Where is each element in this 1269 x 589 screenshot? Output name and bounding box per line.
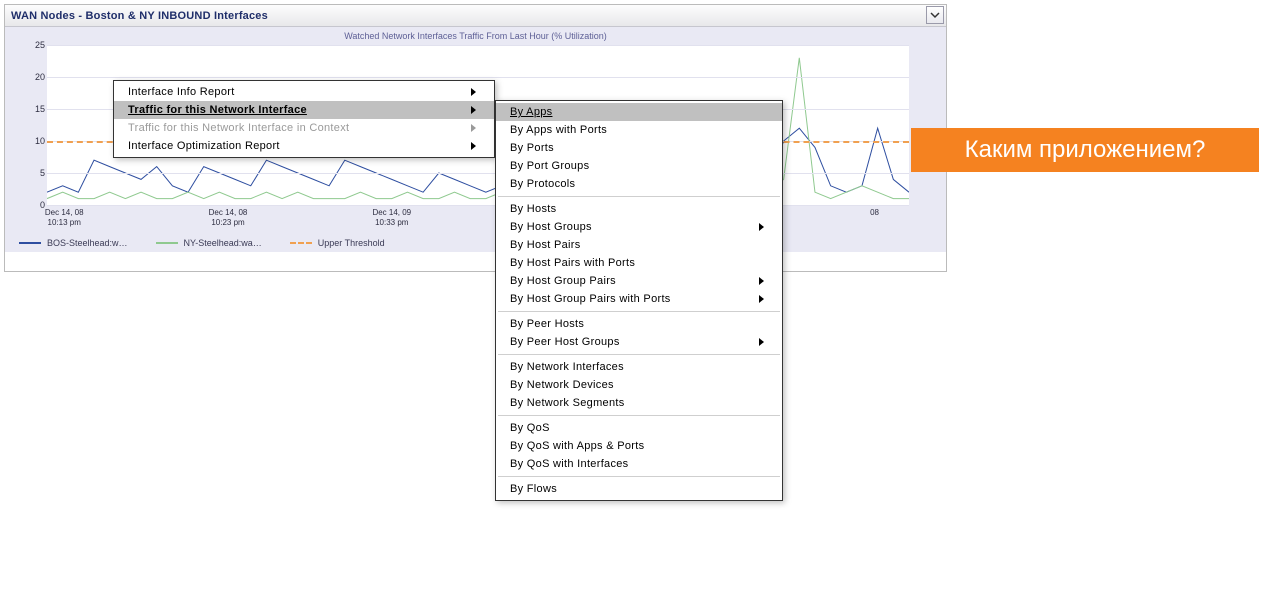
y-axis: 0510152025 xyxy=(27,45,47,205)
chevron-down-icon xyxy=(930,10,940,20)
callout-text: Каким приложением? xyxy=(965,136,1206,164)
submenu-arrow-icon xyxy=(471,106,476,114)
menu-item-label: Traffic for this Network Interface in Co… xyxy=(128,122,349,134)
menu-item-label: By Host Group Pairs xyxy=(510,275,616,287)
menu-item[interactable]: By Port Groups xyxy=(496,157,782,175)
menu-item-label: By Host Pairs with Ports xyxy=(510,257,635,269)
menu-item[interactable]: By Hosts xyxy=(496,200,782,218)
legend-label: NY-Steelhead:wa… xyxy=(184,238,262,248)
menu-item-label: By Network Segments xyxy=(510,397,625,409)
menu-item[interactable]: By Flows xyxy=(496,480,782,498)
menu-item-label: By QoS with Interfaces xyxy=(510,458,628,470)
menu-item[interactable]: By Host Group Pairs with Ports xyxy=(496,290,782,308)
menu-separator xyxy=(498,415,780,416)
menu-item-label: By QoS with Apps & Ports xyxy=(510,440,644,452)
menu-item[interactable]: By Ports xyxy=(496,139,782,157)
y-tick: 25 xyxy=(35,40,45,50)
menu-item-label: By Host Pairs xyxy=(510,239,581,251)
menu-item-label: By Port Groups xyxy=(510,160,589,172)
menu-item[interactable]: By Host Pairs xyxy=(496,236,782,254)
callout-annotation: Каким приложением? xyxy=(911,128,1259,172)
menu-item-label: By Network Interfaces xyxy=(510,361,624,373)
menu-item[interactable]: By Host Group Pairs xyxy=(496,272,782,290)
submenu-arrow-icon xyxy=(759,295,764,303)
panel-title: WAN Nodes - Boston & NY INBOUND Interfac… xyxy=(11,10,268,22)
menu-item[interactable]: By Peer Hosts xyxy=(496,315,782,333)
menu-item[interactable]: By Apps xyxy=(496,103,782,121)
menu-item-label: By Host Group Pairs with Ports xyxy=(510,293,671,305)
menu-separator xyxy=(498,476,780,477)
y-tick: 15 xyxy=(35,104,45,114)
legend-label: BOS-Steelhead:w… xyxy=(47,238,128,248)
submenu-arrow-icon xyxy=(759,338,764,346)
menu-item: Traffic for this Network Interface in Co… xyxy=(114,119,494,137)
menu-item[interactable]: By QoS xyxy=(496,419,782,437)
submenu-arrow-icon xyxy=(759,223,764,231)
menu-separator xyxy=(498,311,780,312)
chart-title: Watched Network Interfaces Traffic From … xyxy=(5,31,946,41)
menu-item[interactable]: By QoS with Interfaces xyxy=(496,455,782,473)
legend-swatch xyxy=(290,242,312,244)
chart-legend: BOS-Steelhead:w… NY-Steelhead:wa… Upper Th… xyxy=(19,238,385,248)
y-tick: 20 xyxy=(35,72,45,82)
menu-item[interactable]: By Protocols xyxy=(496,175,782,193)
menu-item[interactable]: By Host Groups xyxy=(496,218,782,236)
x-tick: Dec 14, 0810:23 pm xyxy=(198,208,258,227)
menu-item[interactable]: By QoS with Apps & Ports xyxy=(496,437,782,455)
menu-separator xyxy=(498,196,780,197)
legend-item: BOS-Steelhead:w… xyxy=(19,238,128,248)
panel-header: WAN Nodes - Boston & NY INBOUND Interfac… xyxy=(5,5,946,27)
menu-item-label: Interface Optimization Report xyxy=(128,140,280,152)
panel-dropdown-button[interactable] xyxy=(926,6,944,24)
menu-item-label: By Host Groups xyxy=(510,221,592,233)
gridline xyxy=(47,45,909,46)
menu-item-label: By Ports xyxy=(510,142,554,154)
y-tick: 5 xyxy=(40,168,45,178)
context-menu-primary: Interface Info Report Traffic for this Ne… xyxy=(113,80,495,158)
submenu-arrow-icon xyxy=(471,88,476,96)
submenu-arrow-icon xyxy=(471,142,476,150)
menu-item[interactable]: Interface Optimization Report xyxy=(114,137,494,155)
menu-item[interactable]: Traffic for this Network Interface xyxy=(114,101,494,119)
gridline xyxy=(47,77,909,78)
x-tick: Dec 14, 0910:33 pm xyxy=(362,208,422,227)
menu-item-label: By Flows xyxy=(510,483,557,495)
menu-item-label: By Protocols xyxy=(510,178,575,190)
menu-item-label: By Apps xyxy=(510,106,552,118)
submenu-arrow-icon xyxy=(471,124,476,132)
menu-item[interactable]: By Network Segments xyxy=(496,394,782,412)
menu-item[interactable]: By Host Pairs with Ports xyxy=(496,254,782,272)
y-tick: 10 xyxy=(35,136,45,146)
menu-item-label: By Peer Hosts xyxy=(510,318,584,330)
menu-item-label: Interface Info Report xyxy=(128,86,235,98)
context-menu-sub: By Apps By Apps with Ports By Ports By Port… xyxy=(495,100,783,501)
menu-item[interactable]: By Network Devices xyxy=(496,376,782,394)
menu-item-label: By QoS xyxy=(510,422,550,434)
menu-item-label: By Network Devices xyxy=(510,379,614,391)
legend-item: Upper Threshold xyxy=(290,238,385,248)
menu-item[interactable]: Interface Info Report xyxy=(114,83,494,101)
menu-item-label: Traffic for this Network Interface xyxy=(128,104,307,116)
menu-item[interactable]: By Network Interfaces xyxy=(496,358,782,376)
legend-item: NY-Steelhead:wa… xyxy=(156,238,262,248)
legend-label: Upper Threshold xyxy=(318,238,385,248)
menu-item-label: By Apps with Ports xyxy=(510,124,607,136)
x-tick: Dec 14, 0810:13 pm xyxy=(34,208,94,227)
menu-item-label: By Peer Host Groups xyxy=(510,336,620,348)
x-tick: 08 xyxy=(845,208,905,218)
legend-swatch xyxy=(19,242,41,244)
menu-item-label: By Hosts xyxy=(510,203,556,215)
submenu-arrow-icon xyxy=(759,277,764,285)
menu-item[interactable]: By Apps with Ports xyxy=(496,121,782,139)
menu-separator xyxy=(498,354,780,355)
menu-item[interactable]: By Peer Host Groups xyxy=(496,333,782,351)
legend-swatch xyxy=(156,242,178,244)
